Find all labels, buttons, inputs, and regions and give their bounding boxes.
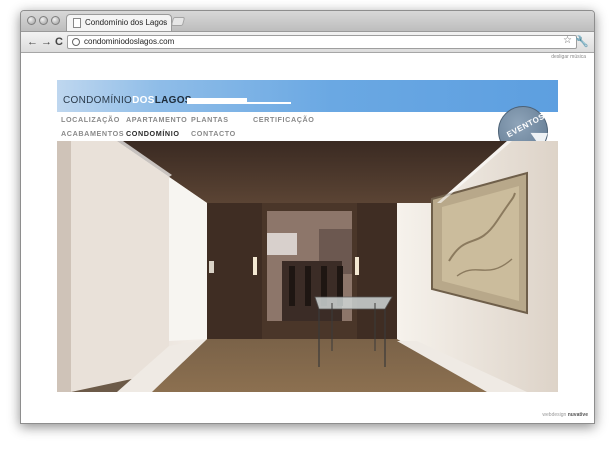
web-page: desligar música CONDOMÍNIODOSLAGOS EVENT… [21,53,594,423]
credit-webdesign: webdesign [542,412,567,418]
nav-acabamentos[interactable]: ACABAMENTOS [61,129,124,138]
credit-brand: nuvative [567,412,588,418]
page-icon [73,18,81,28]
back-arrow-icon[interactable]: ← [27,35,38,49]
lobby-photo-illustration [57,141,558,392]
reload-icon[interactable]: C [55,35,63,49]
nav-condominio[interactable]: CONDOMÍNIO [126,129,180,138]
logo-word-condominio: CONDOMÍNIO [63,95,133,106]
wrench-icon[interactable]: 🔧 [575,35,589,48]
browser-tab[interactable]: Condomínio dos Lagos × [66,14,172,31]
minimize-window-button[interactable] [39,16,48,25]
bookmark-star-icon[interactable]: ☆ [563,35,572,46]
logo-word-dos: DOS [132,95,155,106]
site-header-banner: CONDOMÍNIODOSLAGOS [57,80,558,112]
tab-close-icon[interactable]: × [161,17,166,27]
lobby-photo [57,141,558,392]
address-bar[interactable]: condominiodoslagos.com ☆ [67,35,577,49]
globe-icon [72,38,80,46]
tab-strip: Condomínio dos Lagos × [21,11,594,32]
forward-arrow-icon[interactable]: → [41,35,52,49]
new-tab-button[interactable] [170,17,186,26]
site-logo[interactable]: CONDOMÍNIODOSLAGOS [63,95,192,106]
browser-toolbar: ← → C condominiodoslagos.com ☆ 🔧 [21,32,594,53]
logo-line-decoration [247,102,291,104]
nav-localizacao[interactable]: LOCALIZAÇÃO [61,115,120,124]
tab-title: Condomínio dos Lagos [85,18,168,27]
nav-plantas[interactable]: PLANTAS [191,115,229,124]
nav-certificacao[interactable]: CERTIFICAÇÃO [253,115,315,124]
nav-apartamento[interactable]: APARTAMENTO [126,115,187,124]
logo-bar-decoration [187,98,247,104]
close-window-button[interactable] [27,16,36,25]
footer-credit[interactable]: webdesign nuvative [542,412,588,418]
nav-contacto[interactable]: CONTACTO [191,129,236,138]
url-text[interactable]: condominiodoslagos.com [84,37,174,46]
toggle-music-link[interactable]: desligar música [551,54,586,60]
zoom-window-button[interactable] [51,16,60,25]
browser-window: Condomínio dos Lagos × ← → C condominiod… [20,10,595,424]
